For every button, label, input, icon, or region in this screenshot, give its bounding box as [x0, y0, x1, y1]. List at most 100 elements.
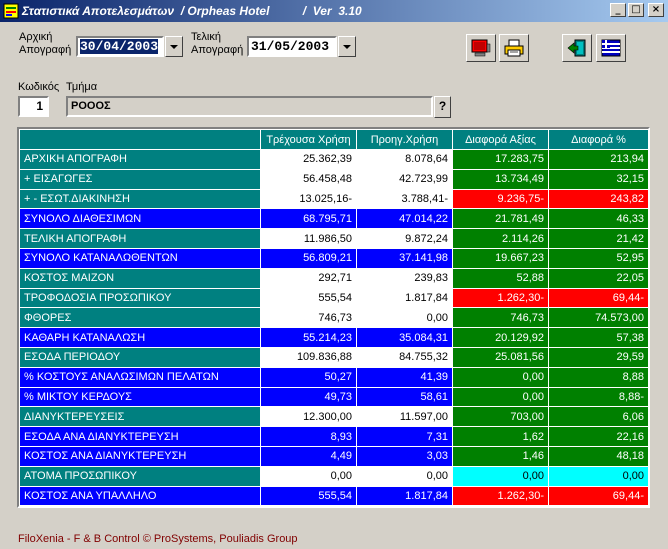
current-year-cell[interactable]: 12.300,00 [260, 406, 357, 428]
current-year-cell[interactable]: 25.362,39 [260, 149, 357, 170]
percent-difference-cell[interactable]: 57,38 [548, 327, 649, 348]
previous-year-cell[interactable]: 3.788,41- [356, 188, 453, 210]
table-row[interactable]: ΤΡΟΦΟΔΟΣΙΑ ΠΡΟΣΩΠΙΚΟΥ 555,54 1.817,84 1.262… [19, 287, 649, 309]
percent-difference-cell[interactable]: 52,95 [548, 247, 649, 269]
table-row[interactable]: ΚΟΣΤΟΣ ΑΝΑ ΥΠΑΛΛΗΛΟ 555,54 1.817,84 1.262,3… [19, 485, 649, 507]
value-difference-cell[interactable]: 1,46 [452, 445, 549, 467]
row-label[interactable]: + - ΕΣΩΤ.ΔΙΑΚΙΝΗΣΗ [19, 188, 261, 210]
current-year-cell[interactable]: 56.458,48 [260, 168, 357, 190]
percent-difference-cell[interactable]: 0,00 [548, 465, 649, 487]
percent-difference-cell[interactable]: 69,44- [548, 485, 649, 507]
value-difference-cell[interactable]: 1.262,30- [452, 287, 549, 309]
percent-difference-cell[interactable]: 8,88- [548, 386, 649, 408]
row-label[interactable]: ΕΣΟΔΑ ΑΝΑ ΔΙΑΝΥΚΤΕΡΕΥΣΗ [19, 426, 261, 447]
exit-button[interactable] [562, 34, 592, 62]
table-row[interactable]: % ΚΟΣΤΟΥΣ ΑΝΑΛΩΣΙΜΩΝ ΠΕΛΑΤΩΝ 50,27 41,39 0,… [19, 366, 649, 388]
table-row[interactable]: ΚΟΣΤΟΣ ΜΑΙΖΟΝ 292,71 239,83 52,88 22,05 [19, 267, 649, 289]
percent-difference-cell[interactable]: 22,05 [548, 267, 649, 289]
value-difference-cell[interactable]: 703,00 [452, 406, 549, 428]
table-row[interactable]: ΕΣΟΔΑ ΠΕΡΙΟΔΟΥ 109.836,88 84.755,32 25.081,… [19, 346, 649, 368]
value-difference-cell[interactable]: 0,00 [452, 465, 549, 487]
table-row[interactable]: ΑΡΧΙΚΗ ΑΠΟΓΡΑΦΗ 25.362,39 8.078,64 17.283,7… [19, 149, 649, 170]
percent-difference-cell[interactable]: 69,44- [548, 287, 649, 309]
value-difference-cell[interactable]: 21.781,49 [452, 208, 549, 230]
table-row[interactable]: % ΜΙΚΤΟΥ ΚΕΡΔΟΥΣ 49,73 58,61 0,00 8,88- [19, 386, 649, 408]
end-date-dropdown-button[interactable] [338, 36, 356, 57]
column-header-percent-difference[interactable]: Διαφορά % [548, 129, 649, 150]
percent-difference-cell[interactable]: 213,94 [548, 149, 649, 170]
screen-preview-button[interactable] [466, 34, 496, 62]
previous-year-cell[interactable]: 47.014,22 [356, 208, 453, 230]
value-difference-cell[interactable]: 1,62 [452, 426, 549, 447]
row-label[interactable]: % ΜΙΚΤΟΥ ΚΕΡΔΟΥΣ [19, 386, 261, 408]
row-label[interactable]: + ΕΙΣΑΓΩΓΕΣ [19, 168, 261, 190]
value-difference-cell[interactable]: 1.262,30- [452, 485, 549, 507]
code-field[interactable]: 1 [18, 96, 49, 117]
current-year-cell[interactable]: 746,73 [260, 307, 357, 329]
table-row[interactable]: + - ΕΣΩΤ.ΔΙΑΚΙΝΗΣΗ 13.025,16- 3.788,41- 9.2… [19, 188, 649, 210]
percent-difference-cell[interactable]: 74.573,00 [548, 307, 649, 329]
start-date-field[interactable]: 30/04/2003 [76, 36, 164, 57]
row-label[interactable]: ΚΟΣΤΟΣ ΜΑΙΖΟΝ [19, 267, 261, 289]
previous-year-cell[interactable]: 35.084,31 [356, 327, 453, 348]
row-label[interactable]: ΔΙΑΝΥΚΤΕΡΕΥΣΕΙΣ [19, 406, 261, 428]
previous-year-cell[interactable]: 8.078,64 [356, 149, 453, 170]
row-label[interactable]: ΑΤΟΜΑ ΠΡΟΣΩΠΙΚΟΥ [19, 465, 261, 487]
current-year-cell[interactable]: 109.836,88 [260, 346, 357, 368]
row-label[interactable]: ΤΕΛΙΚΗ ΑΠΟΓΡΑΦΗ [19, 228, 261, 249]
row-label[interactable]: ΕΣΟΔΑ ΠΕΡΙΟΔΟΥ [19, 346, 261, 368]
column-header-previous-year[interactable]: Προηγ.Χρήση [356, 129, 453, 150]
previous-year-cell[interactable]: 37.141,98 [356, 247, 453, 269]
current-year-cell[interactable]: 68.795,71 [260, 208, 357, 230]
table-row[interactable]: ΣΥΝΟΛΟ ΚΑΤΑΝΑΛΩΘΕΝΤΩΝ 56.809,21 37.141,98 1… [19, 247, 649, 269]
table-row[interactable]: + ΕΙΣΑΓΩΓΕΣ 56.458,48 42.723,99 13.734,49 32… [19, 168, 649, 190]
percent-difference-cell[interactable]: 21,42 [548, 228, 649, 249]
percent-difference-cell[interactable]: 32,15 [548, 168, 649, 190]
current-year-cell[interactable]: 0,00 [260, 465, 357, 487]
current-year-cell[interactable]: 49,73 [260, 386, 357, 408]
start-date-dropdown-button[interactable] [165, 36, 183, 57]
value-difference-cell[interactable]: 25.081,56 [452, 346, 549, 368]
current-year-cell[interactable]: 50,27 [260, 366, 357, 388]
table-row[interactable]: ΦΘΟΡΕΣ 746,73 0,00 746,73 74.573,00 [19, 307, 649, 329]
previous-year-cell[interactable]: 0,00 [356, 307, 453, 329]
previous-year-cell[interactable]: 3,03 [356, 445, 453, 467]
row-label[interactable]: ΑΡΧΙΚΗ ΑΠΟΓΡΑΦΗ [19, 149, 261, 170]
percent-difference-cell[interactable]: 29,59 [548, 346, 649, 368]
previous-year-cell[interactable]: 9.872,24 [356, 228, 453, 249]
table-row[interactable]: ΕΣΟΔΑ ΑΝΑ ΔΙΑΝΥΚΤΕΡΕΥΣΗ 8,93 7,31 1,62 22,16 [19, 426, 649, 447]
previous-year-cell[interactable]: 7,31 [356, 426, 453, 447]
previous-year-cell[interactable]: 42.723,99 [356, 168, 453, 190]
row-label[interactable]: ΚΑΘΑΡΗ ΚΑΤΑΝΑΛΩΣΗ [19, 327, 261, 348]
value-difference-cell[interactable]: 0,00 [452, 386, 549, 408]
print-button[interactable] [499, 34, 529, 62]
value-difference-cell[interactable]: 52,88 [452, 267, 549, 289]
value-difference-cell[interactable]: 20.129,92 [452, 327, 549, 348]
percent-difference-cell[interactable]: 22,16 [548, 426, 649, 447]
value-difference-cell[interactable]: 746,73 [452, 307, 549, 329]
column-header-value-difference[interactable]: Διαφορά Αξίας [452, 129, 549, 150]
previous-year-cell[interactable]: 84.755,32 [356, 346, 453, 368]
current-year-cell[interactable]: 11.986,50 [260, 228, 357, 249]
value-difference-cell[interactable]: 17.283,75 [452, 149, 549, 170]
current-year-cell[interactable]: 13.025,16- [260, 188, 357, 210]
end-date-field[interactable]: 31/05/2003 [247, 36, 337, 57]
percent-difference-cell[interactable]: 8,88 [548, 366, 649, 388]
column-header-current-year[interactable]: Τρέχουσα Χρήση [260, 129, 357, 150]
previous-year-cell[interactable]: 58,61 [356, 386, 453, 408]
table-row[interactable]: ΤΕΛΙΚΗ ΑΠΟΓΡΑΦΗ 11.986,50 9.872,24 2.114,26… [19, 228, 649, 249]
language-button[interactable] [596, 34, 626, 62]
table-row[interactable]: ΑΤΟΜΑ ΠΡΟΣΩΠΙΚΟΥ 0,00 0,00 0,00 0,00 [19, 465, 649, 487]
current-year-cell[interactable]: 292,71 [260, 267, 357, 289]
row-label[interactable]: % ΚΟΣΤΟΥΣ ΑΝΑΛΩΣΙΜΩΝ ΠΕΛΑΤΩΝ [19, 366, 261, 388]
row-label[interactable]: ΣΥΝΟΛΟ ΚΑΤΑΝΑΛΩΘΕΝΤΩΝ [19, 247, 261, 269]
value-difference-cell[interactable]: 13.734,49 [452, 168, 549, 190]
current-year-cell[interactable]: 555,54 [260, 485, 357, 507]
row-label[interactable]: ΤΡΟΦΟΔΟΣΙΑ ΠΡΟΣΩΠΙΚΟΥ [19, 287, 261, 309]
value-difference-cell[interactable]: 19.667,23 [452, 247, 549, 269]
previous-year-cell[interactable]: 239,83 [356, 267, 453, 289]
row-label[interactable]: ΦΘΟΡΕΣ [19, 307, 261, 329]
percent-difference-cell[interactable]: 46,33 [548, 208, 649, 230]
previous-year-cell[interactable]: 1.817,84 [356, 485, 453, 507]
value-difference-cell[interactable]: 9.236,75- [452, 188, 549, 210]
